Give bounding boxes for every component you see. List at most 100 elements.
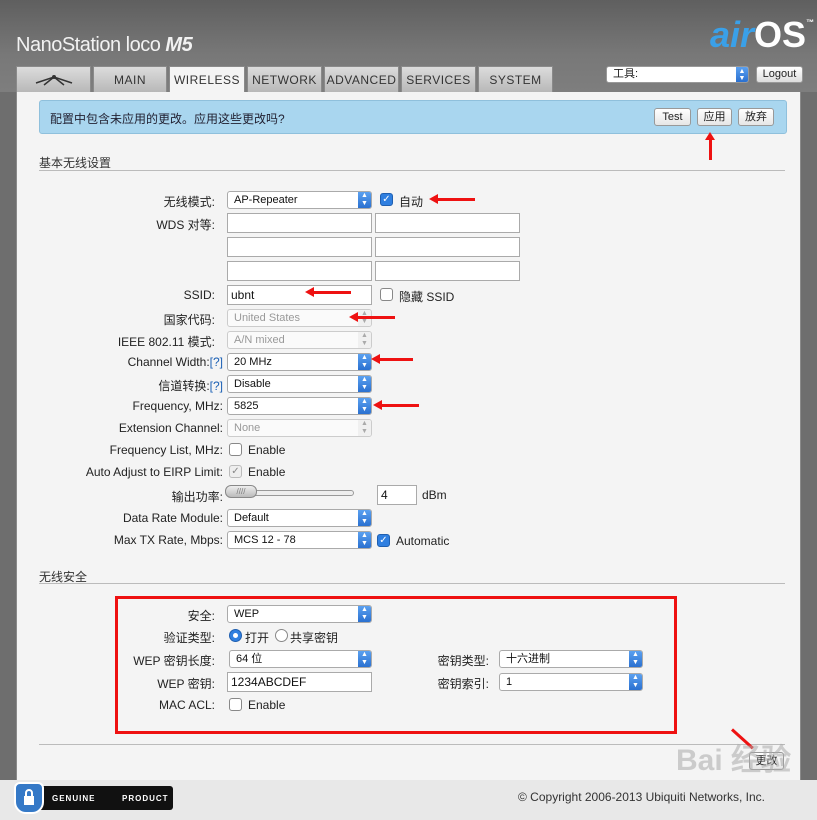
tab-wireless[interactable]: WIRELESS bbox=[169, 66, 245, 93]
output-power-slider-handle[interactable]: //// bbox=[225, 485, 257, 498]
ubnt-logo-icon bbox=[35, 75, 72, 86]
data-rate-select[interactable]: Default ▲ ▼ bbox=[227, 509, 372, 527]
automatic-checkbox[interactable]: ✓ bbox=[377, 534, 390, 547]
output-power-unit: dBm bbox=[422, 488, 447, 502]
eirp-label: Auto Adjust to EIRP Limit: bbox=[85, 465, 223, 479]
select-arrows-icon: ▲ ▼ bbox=[629, 674, 642, 690]
ssid-label: SSID: bbox=[183, 288, 215, 302]
security-select[interactable]: WEP ▲ ▼ bbox=[227, 605, 372, 623]
wireless-mode-label: 无线模式: bbox=[163, 195, 215, 209]
wds-peer-3[interactable] bbox=[227, 237, 372, 257]
channel-width-label: Channel Width:[?] bbox=[77, 355, 223, 369]
tab-network-label: NETWORK bbox=[252, 73, 317, 87]
select-arrows-icon: ▲ ▼ bbox=[358, 510, 371, 526]
apply-button[interactable]: 应用 bbox=[697, 108, 732, 126]
auto-checkbox[interactable]: ✓ bbox=[380, 193, 393, 206]
airos-prefix: air bbox=[710, 14, 755, 55]
channel-width-help-link[interactable]: [?] bbox=[210, 355, 223, 369]
tools-select-value: 工具: bbox=[613, 68, 639, 80]
lock-icon bbox=[14, 782, 44, 814]
data-rate-label: Data Rate Module: bbox=[122, 511, 223, 525]
wds-peer-2[interactable] bbox=[375, 213, 520, 233]
wep-key-label: WEP 密钥: bbox=[157, 677, 215, 691]
wds-peer-4[interactable] bbox=[375, 237, 520, 257]
eirp-enable-label: Enable bbox=[248, 465, 286, 479]
tab-network[interactable]: NETWORK bbox=[247, 66, 322, 92]
tab-advanced[interactable]: ADVANCED bbox=[324, 66, 399, 92]
annotation-arrow-head bbox=[705, 132, 715, 140]
key-type-select[interactable]: 十六进制 ▲ ▼ bbox=[499, 650, 643, 668]
wds-peer-5[interactable] bbox=[227, 261, 372, 281]
discard-button[interactable]: 放弃 bbox=[738, 108, 774, 126]
wireless-mode-select[interactable]: AP-Repeater ▲ ▼ bbox=[227, 191, 372, 209]
channel-shift-help-link[interactable]: [?] bbox=[210, 379, 223, 393]
tab-services[interactable]: SERVICES bbox=[401, 66, 476, 92]
key-index-label: 密钥索引: bbox=[437, 677, 489, 691]
channel-width-text: Channel Width: bbox=[127, 355, 210, 369]
watermark: Bai 经验 bbox=[676, 744, 792, 777]
select-arrows-icon: ▲ ▼ bbox=[358, 420, 371, 436]
ieee-mode-select[interactable]: A/N mixed ▲ ▼ bbox=[227, 331, 372, 349]
product-suffix: loco bbox=[125, 34, 161, 56]
wds-peers-label: WDS 对等: bbox=[156, 218, 215, 232]
select-arrows-icon: ▲ ▼ bbox=[358, 192, 371, 208]
top-header: NanoStation loco M5 airOS™ MAIN WIRELESS… bbox=[0, 0, 817, 93]
wds-peer-1[interactable] bbox=[227, 213, 372, 233]
frequency-list-label: Frequency List, MHz: bbox=[109, 443, 223, 457]
hide-ssid-checkbox[interactable] bbox=[380, 288, 393, 301]
annotation-arrow bbox=[373, 400, 419, 410]
tab-ubnt-home[interactable] bbox=[16, 66, 91, 92]
frequency-value: 5825 bbox=[234, 400, 259, 412]
select-arrows-icon: ▲ ▼ bbox=[629, 651, 642, 667]
product-name: NanoStation bbox=[16, 34, 121, 56]
product-logo: NanoStation loco M5 bbox=[16, 34, 193, 57]
frequency-list-checkbox[interactable] bbox=[229, 443, 242, 456]
key-index-value: 1 bbox=[506, 676, 513, 688]
wep-key-length-value: 64 位 bbox=[236, 653, 263, 665]
select-arrows-icon: ▲ ▼ bbox=[358, 532, 371, 548]
max-tx-rate-select[interactable]: MCS 12 - 78 ▲ ▼ bbox=[227, 531, 372, 549]
frequency-label: Frequency, MHz: bbox=[132, 399, 223, 413]
wep-key-input[interactable]: 1234ABCDEF bbox=[227, 672, 372, 692]
tab-system-label: SYSTEM bbox=[489, 73, 542, 87]
ssid-input[interactable]: ubnt bbox=[227, 285, 372, 305]
logout-button[interactable]: Logout bbox=[756, 66, 803, 83]
product-model: M5 bbox=[165, 34, 193, 56]
section-divider bbox=[39, 583, 785, 584]
channel-shift-select[interactable]: Disable ▲ ▼ bbox=[227, 375, 372, 393]
airos-logo: airOS™ bbox=[710, 14, 814, 58]
eirp-checkbox[interactable]: ✓ bbox=[229, 465, 242, 478]
ieee-mode-value: A/N mixed bbox=[234, 334, 285, 346]
channel-width-select[interactable]: 20 MHz ▲ ▼ bbox=[227, 353, 372, 371]
wireless-panel: 配置中包含未应用的更改。应用这些更改吗? Test 应用 放弃 基本无线设置 无… bbox=[16, 92, 801, 780]
output-power-input[interactable]: 4 bbox=[377, 485, 417, 505]
basic-wireless-title: 基本无线设置 bbox=[39, 156, 112, 170]
annotation-arrow bbox=[709, 138, 712, 160]
key-index-select[interactable]: 1 ▲ ▼ bbox=[499, 673, 643, 691]
mac-acl-label: MAC ACL: bbox=[158, 698, 215, 712]
extension-channel-select[interactable]: None ▲ ▼ bbox=[227, 419, 372, 437]
genuine-product-badge: GENUINE PRODUCT bbox=[14, 782, 173, 814]
airos-name: OS bbox=[754, 14, 807, 55]
auth-open-radio[interactable] bbox=[229, 629, 242, 642]
test-button[interactable]: Test bbox=[654, 108, 691, 126]
country-code-value: United States bbox=[234, 312, 301, 324]
wep-key-length-label: WEP 密钥长度: bbox=[133, 654, 215, 668]
airos-tm: ™ bbox=[806, 18, 815, 27]
tab-system[interactable]: SYSTEM bbox=[478, 66, 553, 92]
frequency-select[interactable]: 5825 ▲ ▼ bbox=[227, 397, 372, 415]
auth-shared-radio[interactable] bbox=[275, 629, 288, 642]
mac-acl-checkbox[interactable] bbox=[229, 698, 242, 711]
tab-main[interactable]: MAIN bbox=[93, 66, 167, 92]
genuine-text: GENUINE bbox=[52, 794, 96, 803]
country-code-label: 国家代码: bbox=[163, 313, 215, 327]
wds-peer-6[interactable] bbox=[375, 261, 520, 281]
extension-channel-value: None bbox=[234, 422, 261, 434]
data-rate-value: Default bbox=[234, 512, 269, 524]
auth-shared-label: 共享密钥 bbox=[290, 631, 339, 645]
select-arrows-icon: ▲ ▼ bbox=[358, 606, 371, 622]
auth-open-label: 打开 bbox=[245, 631, 270, 645]
tools-select[interactable]: 工具: ▲ ▼ bbox=[606, 66, 749, 83]
wireless-mode-value: AP-Repeater bbox=[234, 194, 298, 206]
wep-key-length-select[interactable]: 64 位 ▲ ▼ bbox=[229, 650, 372, 668]
